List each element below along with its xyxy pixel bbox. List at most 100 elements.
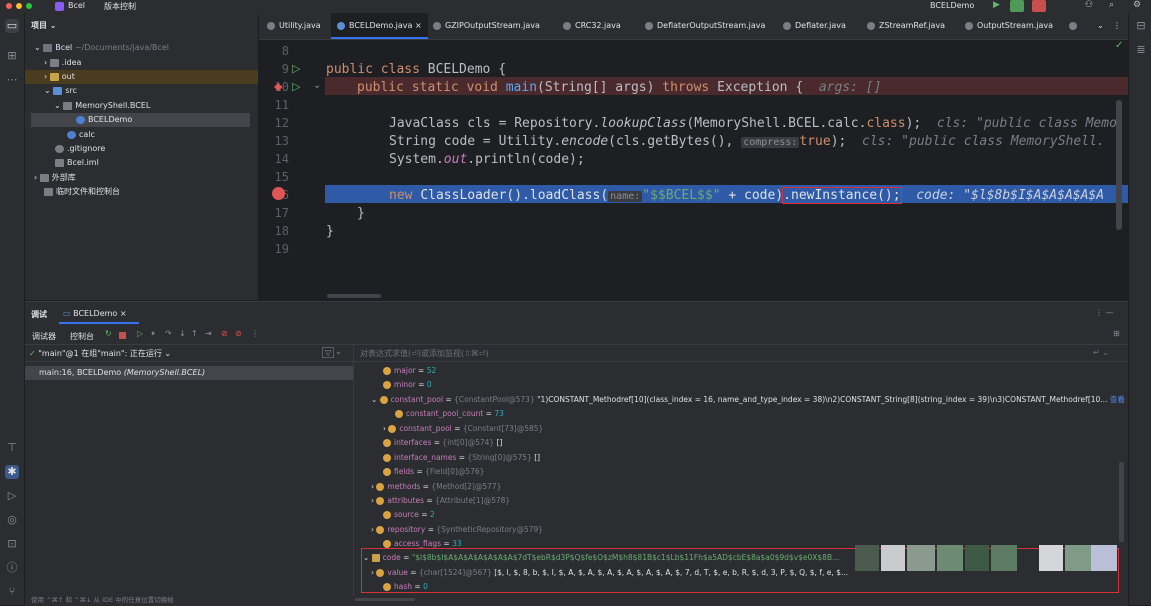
problems-tool-icon[interactable]: ⓘ [5, 561, 19, 575]
current-breakpoint-icon[interactable] [272, 187, 285, 200]
project-tool-icon[interactable]: ▭ [5, 19, 19, 33]
notifications-icon[interactable]: ⊟ [1134, 19, 1148, 33]
variable-row[interactable]: › attributes = {Attribute[1]@578} [371, 494, 510, 508]
debug-panel-title[interactable]: 调试 [31, 309, 47, 320]
tab-crc32[interactable]: CRC32.java [563, 13, 621, 39]
tab-utility[interactable]: Utility.java [267, 13, 321, 39]
tree-item-idea[interactable]: › .idea [44, 56, 81, 70]
breakpoint-icon[interactable]: ◆ [274, 80, 282, 93]
code-editor[interactable]: ✓ 8 9 10 11 12 13 14 15 16 17 18 19 ▷ ◆ … [259, 40, 1128, 300]
frames-more-icon[interactable]: ⌄ [335, 347, 342, 356]
maximize-window-icon[interactable] [26, 3, 32, 9]
tree-item-package[interactable]: ⌄ MemoryShell.BCEL [54, 99, 150, 113]
run-gutter-icon[interactable]: ▷ [292, 62, 300, 75]
search-icon[interactable]: ⌕ [1109, 0, 1114, 10]
tab-deflater[interactable]: Deflater.java [783, 13, 846, 39]
tab-outputstream[interactable]: OutputStream.java [965, 13, 1053, 39]
variable-row-code[interactable]: ⌄ code = "$l$8b$I$A$A$A$A$A$A$A$7dT$ebR$… [363, 551, 839, 565]
variable-row[interactable]: interface_names = {String[0]@575} [] [383, 451, 540, 465]
editor-options-icon[interactable]: ⋮ [1113, 13, 1121, 39]
minimize-window-icon[interactable] [16, 3, 22, 9]
variable-row[interactable]: source = 2 [383, 508, 435, 522]
tree-item-out[interactable]: › out [25, 70, 258, 84]
tree-item-external-libs[interactable]: › 外部库 [34, 171, 76, 185]
variables-hscrollbar[interactable] [355, 598, 415, 601]
project-badge-icon [55, 2, 64, 11]
variable-row[interactable]: minor = 0 [383, 378, 432, 392]
tree-item-bceldemo[interactable]: BCELDemo [31, 113, 250, 127]
step-over-icon[interactable]: ↷ [165, 329, 172, 338]
run-to-cursor-icon[interactable]: ⇥ [205, 329, 212, 338]
variable-row[interactable]: constant_pool_count = 73 [395, 407, 504, 421]
variable-row[interactable]: › repository = {SyntheticRepository@579} [371, 523, 543, 537]
project-switcher[interactable]: Bcel [68, 1, 85, 10]
layout-settings-icon[interactable]: ⊞ [1113, 329, 1120, 338]
variable-row[interactable]: ⌄ constant_pool = {ConstantPool@573} "1)… [371, 393, 1125, 407]
evaluate-expression-input[interactable]: 对表达式求值(⏎)或添加监视(⇧⌘⏎) [360, 348, 489, 359]
more-tabs-icon[interactable] [1069, 13, 1081, 39]
tree-item-calc[interactable]: calc [67, 128, 95, 142]
tree-item-src[interactable]: ⌄ src [44, 84, 77, 98]
line-number: 19 [274, 242, 289, 256]
structure-tool-icon[interactable]: ⊞ [5, 49, 19, 63]
tab-gzipoutputstream[interactable]: GZIPOutputStream.java [433, 13, 540, 39]
settings-icon[interactable]: ⚙ [1133, 0, 1141, 10]
terminal-tool-icon[interactable]: ⊡ [5, 537, 19, 551]
run-icon[interactable]: ▶ [993, 0, 1000, 10]
line-number: 17 [274, 206, 289, 220]
debug-session-tab[interactable]: ▭ BCELDemo × [63, 309, 127, 318]
tree-item-gitignore[interactable]: .gitignore [55, 142, 105, 156]
view-breakpoints-icon[interactable]: ⊘ [221, 329, 228, 338]
close-tab-icon[interactable]: × [415, 21, 422, 30]
debug-icon[interactable] [1010, 0, 1024, 12]
rerun-icon[interactable]: ↻ [105, 329, 112, 338]
build-tool-icon[interactable]: ⊤ [5, 441, 19, 455]
tabs-menu-icon[interactable]: ⌄ [1097, 13, 1104, 39]
variable-row-value[interactable]: › value = {char[1524]@567} [$, l, $, 8, … [371, 566, 848, 580]
more-debug-actions-icon[interactable]: ⋮ [251, 329, 259, 338]
run-tool-icon[interactable]: ▷ [5, 489, 19, 503]
tree-item-scratches[interactable]: 临时文件和控制台 [44, 185, 120, 199]
stop-debug-icon[interactable] [119, 332, 126, 339]
variable-row[interactable]: major = 52 [383, 364, 436, 378]
more-tools-icon[interactable]: ⋯ [5, 73, 19, 87]
debug-tool-icon[interactable]: ✱ [5, 465, 19, 479]
horizontal-scrollbar[interactable] [327, 294, 381, 298]
project-panel-title[interactable]: 项目 ⌄ [31, 19, 57, 33]
variable-row-hash[interactable]: hash = 0 [383, 580, 428, 594]
variables-vscrollbar[interactable] [1119, 462, 1124, 542]
fold-icon[interactable]: ⌄ [313, 80, 321, 91]
step-into-icon[interactable]: ↓ [179, 329, 186, 338]
view-more-link[interactable]: 查看 [1110, 395, 1125, 404]
tab-zstreamref[interactable]: ZStreamRef.java [867, 13, 945, 39]
variable-row[interactable]: interfaces = {int[0]@574} [] [383, 436, 502, 450]
debug-panel-options-icon[interactable]: ⋮ — [1095, 308, 1114, 317]
line-number: 9 [281, 62, 289, 76]
filter-icon[interactable]: ▽ [322, 347, 335, 358]
step-out-icon[interactable]: ↑ [191, 329, 198, 338]
tree-item-iml[interactable]: Bcel.iml [55, 156, 99, 170]
evaluate-actions-icon[interactable]: ↵ ⌄ [1093, 348, 1109, 357]
mute-breakpoints-icon[interactable]: ⊘ [235, 329, 242, 338]
tab-deflateroutputstream[interactable]: DeflaterOutputStream.java [645, 13, 765, 39]
close-window-icon[interactable] [6, 3, 12, 9]
pause-icon[interactable]: ⏸ [151, 329, 155, 339]
run-gutter-icon[interactable]: ▷ [292, 80, 300, 93]
tab-bceldemo[interactable]: BCELDemo.java × [331, 13, 428, 39]
variable-row[interactable]: › constant_pool = {Constant[73]@585} [383, 422, 543, 436]
git-tool-icon[interactable]: ⑂ [5, 585, 19, 599]
tree-item-bcel[interactable]: ⌄ Bcel ~/Documents/java/Bcel [34, 41, 169, 55]
database-icon[interactable]: ≣ [1134, 43, 1148, 57]
vcs-menu[interactable]: 版本控制 [104, 1, 136, 12]
tab-console[interactable]: 控制台 [70, 331, 94, 342]
services-tool-icon[interactable]: ◎ [5, 513, 19, 527]
stop-icon[interactable] [1032, 0, 1046, 12]
variable-row[interactable]: fields = {Field[0]@576} [383, 465, 484, 479]
tab-debugger[interactable]: 调试器 [32, 331, 56, 342]
resume-icon[interactable]: ▷ [137, 329, 143, 338]
run-config-selector[interactable]: BCELDemo [930, 1, 974, 10]
share-icon[interactable]: ⚇ [1085, 0, 1093, 10]
variable-row[interactable]: › methods = {Method[2]@577} [371, 480, 501, 494]
mosaic-block [965, 545, 989, 571]
code-line-10: public static void main(String[] args) t… [357, 80, 882, 95]
